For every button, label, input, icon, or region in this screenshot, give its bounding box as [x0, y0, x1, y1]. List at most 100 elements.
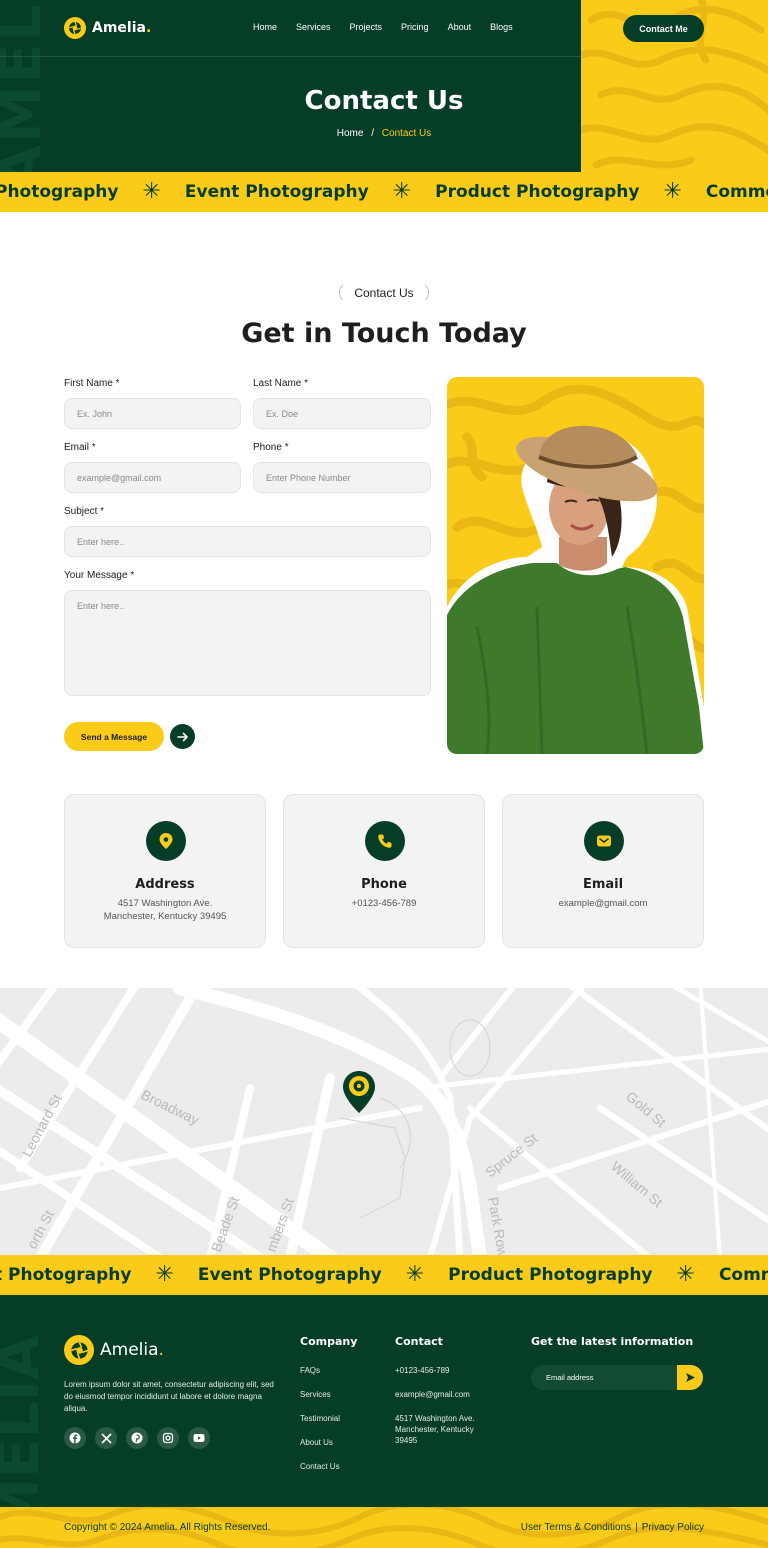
map-pin-icon[interactable] — [342, 1070, 376, 1114]
marquee-item: Event Photography — [184, 182, 369, 202]
marquee-row: Photography ✳ Event Photography ✳ Produc… — [0, 172, 768, 212]
nav-about[interactable]: About — [448, 22, 472, 32]
breadcrumb-home[interactable]: Home — [337, 128, 364, 139]
footer-link-services[interactable]: Services — [300, 1389, 340, 1400]
marquee-item: Commercial Photography — [718, 1265, 768, 1285]
last-name-label: Last Name * — [253, 378, 309, 389]
contact-me-button[interactable]: Contact Me — [623, 15, 704, 42]
message-textarea[interactable]: Enter here.. — [64, 590, 431, 696]
map-label: Gold St — [623, 1088, 669, 1130]
email-title: Email — [582, 877, 624, 892]
footer-link-about[interactable]: About Us — [300, 1437, 340, 1448]
footer-email[interactable]: example@gmail.com — [395, 1389, 495, 1400]
footer-phone[interactable]: +0123-456-789 — [395, 1365, 495, 1376]
contact-photo — [447, 377, 704, 754]
location-pin-icon — [146, 821, 186, 861]
arrow-right-icon[interactable] — [170, 724, 195, 749]
email-label: Email * — [64, 442, 96, 453]
nav-pricing[interactable]: Pricing — [401, 22, 429, 32]
header-divider — [0, 56, 581, 57]
copyright-bar: Copyright © 2024 Amelia. All Rights Rese… — [0, 1507, 768, 1548]
first-name-input[interactable]: Ex. John — [64, 398, 241, 429]
address-title: Address — [135, 877, 195, 892]
email-value[interactable]: example@gmail.com — [503, 897, 703, 910]
address-line-2: Manchester, Kentucky 39495 — [103, 911, 227, 922]
breadcrumb-separator: / — [371, 128, 374, 139]
main-nav: Home Services Projects Pricing About Blo… — [253, 22, 513, 32]
marquee-item: Product Photography — [435, 182, 640, 202]
footer-address: 4517 Washington Ave. Manchester, Kentuck… — [395, 1414, 475, 1445]
company-links: FAQs Services Testimonial About Us Conta… — [300, 1365, 340, 1485]
asterisk-icon: ✳ — [676, 1262, 695, 1287]
asterisk-icon: ✳ — [405, 1262, 425, 1287]
location-map[interactable]: Leonard St Broadway Spruce St Gold St Wi… — [0, 988, 768, 1255]
marquee-item: Photography — [0, 182, 119, 202]
phone-icon — [365, 821, 405, 861]
marquee-item: t Photography — [0, 1265, 132, 1285]
asterisk-icon: ✳ — [663, 179, 682, 204]
address-text: 4517 Washington Ave. Manchester, Kentuck… — [65, 897, 265, 923]
asterisk-icon: ✳ — [142, 179, 161, 204]
phone-input[interactable]: Enter Phone Number — [253, 462, 431, 493]
site-footer: AMELIA Amelia. Lorem ipsum dolor sit ame… — [0, 1295, 768, 1507]
breadcrumb: Home / Contact Us — [0, 128, 768, 139]
map-label: William St — [608, 1158, 666, 1210]
footer-about-text: Lorem ipsum dolor sit amet, consectetur … — [64, 1380, 274, 1413]
message-label: Your Message * — [64, 570, 135, 581]
x-icon[interactable] — [95, 1427, 117, 1449]
youtube-icon[interactable] — [188, 1427, 210, 1449]
footer-link-faqs[interactable]: FAQs — [300, 1365, 340, 1376]
send-icon[interactable] — [677, 1365, 703, 1390]
first-name-label: First Name * — [64, 378, 120, 389]
copyright-text: Copyright © 2024 Amelia. All Rights Rese… — [64, 1522, 271, 1533]
newsletter-email-input[interactable]: Email address — [546, 1365, 594, 1390]
facebook-icon[interactable] — [64, 1427, 86, 1449]
asterisk-icon: ✳ — [392, 179, 412, 204]
asterisk-icon: ✳ — [155, 1262, 174, 1287]
section-pill: Contact Us — [339, 281, 429, 304]
aperture-icon — [64, 1335, 94, 1365]
legal-links: User Terms & Conditions | Privacy Policy — [521, 1507, 704, 1548]
hero-section: AMELIA Amelia. Home Services Projects Pr… — [0, 0, 768, 172]
instagram-icon[interactable] — [157, 1427, 179, 1449]
last-name-input[interactable]: Ex. Doe — [253, 398, 431, 429]
map-label: Spruce St — [482, 1130, 540, 1181]
map-label: Park Row — [485, 1196, 511, 1255]
marquee-item: Event Photography — [197, 1265, 382, 1285]
brand-logo[interactable]: Amelia. — [64, 17, 151, 39]
nav-blogs[interactable]: Blogs — [490, 22, 513, 32]
nav-home[interactable]: Home — [253, 22, 277, 32]
marquee-item: Commercial Photography — [705, 182, 768, 202]
social-links — [64, 1427, 210, 1449]
footer-link-contact[interactable]: Contact Us — [300, 1461, 340, 1472]
privacy-link[interactable]: Privacy Policy — [642, 1522, 704, 1533]
page-title: Contact Us — [304, 86, 464, 116]
aperture-icon — [64, 17, 86, 39]
company-heading: Company — [300, 1335, 358, 1348]
footer-brand-logo[interactable]: Amelia. — [64, 1335, 164, 1365]
pinterest-icon[interactable] — [126, 1427, 148, 1449]
address-card: Address 4517 Washington Ave. Manchester,… — [64, 794, 266, 948]
brand-name: Amelia. — [92, 20, 152, 36]
nav-projects[interactable]: Projects — [350, 22, 383, 32]
legal-separator: | — [635, 1522, 638, 1533]
address-line-1: 4517 Washington Ave. — [117, 898, 213, 909]
email-card: Email example@gmail.com — [502, 794, 704, 948]
nav-services[interactable]: Services — [296, 22, 331, 32]
footer-link-testimonial[interactable]: Testimonial — [300, 1413, 340, 1424]
email-input[interactable]: example@gmail.com — [64, 462, 241, 493]
subject-label: Subject * — [64, 506, 105, 517]
subject-input[interactable]: Enter here.. — [64, 526, 431, 557]
terms-link[interactable]: User Terms & Conditions — [521, 1522, 631, 1533]
contact-heading: Contact — [395, 1335, 443, 1348]
marquee-item: Product Photography — [448, 1265, 653, 1285]
send-message-button[interactable]: Send a Message — [64, 722, 164, 751]
services-marquee-top: Photography ✳ Event Photography ✳ Produc… — [0, 172, 768, 212]
newsletter-heading: Get the latest information — [531, 1335, 694, 1348]
footer-watermark: AMELIA — [0, 1335, 52, 1507]
phone-value[interactable]: +0123-456-789 — [284, 897, 484, 910]
newsletter-form: Email address — [531, 1365, 703, 1390]
breadcrumb-current: Contact Us — [381, 128, 432, 139]
phone-card: Phone +0123-456-789 — [283, 794, 485, 948]
marquee-row: t Photography ✳ Event Photography ✳ Prod… — [0, 1255, 768, 1295]
